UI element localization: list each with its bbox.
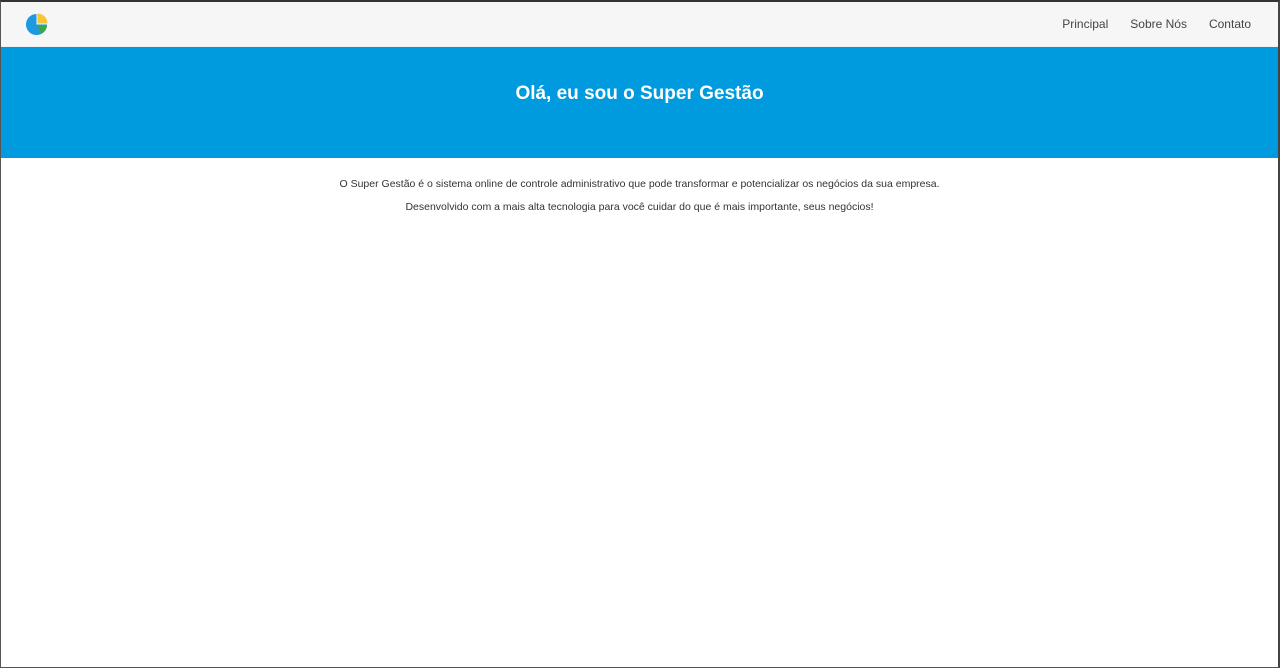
intro-content: O Super Gestão é o sistema online de con… — [1, 158, 1278, 214]
nav-link-principal[interactable]: Principal — [1062, 17, 1108, 31]
top-nav-bar: Principal Sobre Nós Contato — [1, 2, 1278, 47]
intro-paragraph-2: Desenvolvido com a mais alta tecnologia … — [405, 201, 874, 213]
page-title: Olá, eu sou o Super Gestão — [515, 83, 764, 104]
nav-link-contato[interactable]: Contato — [1209, 17, 1251, 31]
intro-paragraph-1: O Super Gestão é o sistema online de con… — [339, 178, 940, 190]
hero-banner: Olá, eu sou o Super Gestão — [1, 47, 1278, 158]
pie-chart-icon[interactable] — [25, 12, 48, 36]
nav-link-sobre-nos[interactable]: Sobre Nós — [1130, 17, 1187, 31]
main-menu: Principal Sobre Nós Contato — [1040, 17, 1251, 31]
page: Principal Sobre Nós Contato Olá, eu sou … — [0, 0, 1280, 668]
